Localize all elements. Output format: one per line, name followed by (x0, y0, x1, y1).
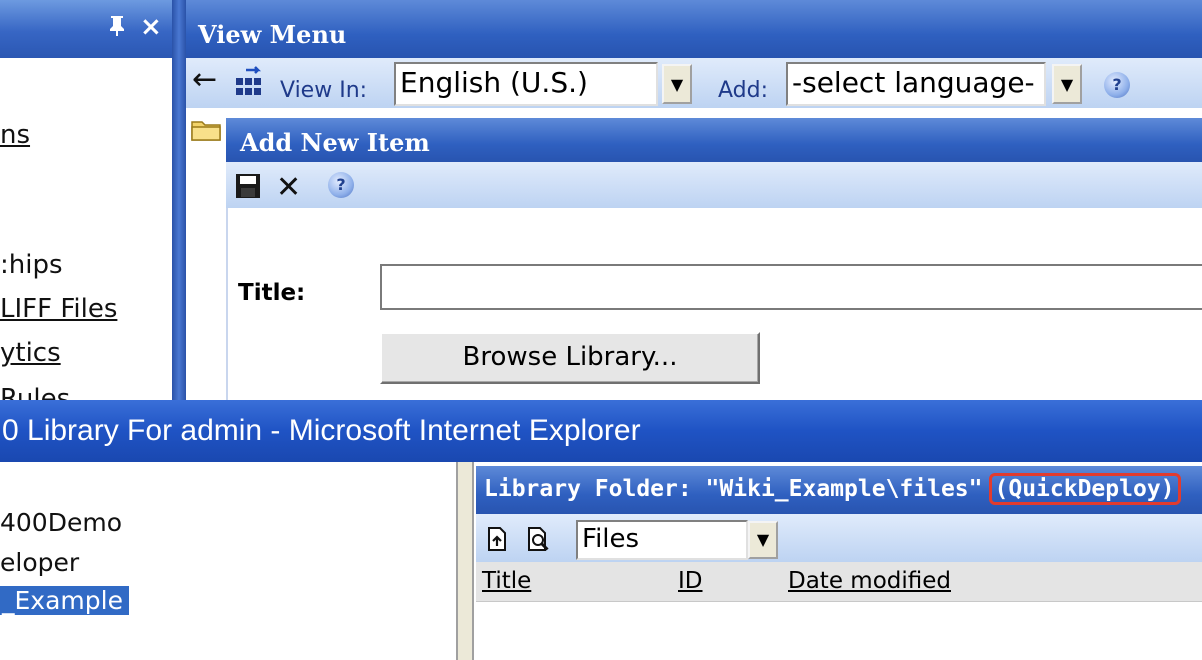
tree-splitter[interactable] (456, 462, 474, 660)
close-panel-icon[interactable]: × (140, 12, 162, 42)
folder-icon[interactable] (190, 116, 222, 146)
side-link-analytics[interactable]: ytics (0, 338, 61, 368)
help-icon[interactable]: ? (1104, 72, 1130, 98)
library-folder-path: Library Folder: "Wiki_Example\files" (484, 476, 983, 502)
ie-window-title: 0 Library For admin - Microsoft Internet… (0, 400, 1202, 462)
view-menu-title: View Menu (186, 0, 1202, 58)
add-new-item-toolbar (226, 162, 1202, 208)
pin-icon[interactable] (108, 14, 126, 41)
tree-item-400demo[interactable]: 400Demo (0, 508, 122, 537)
file-filter-select[interactable]: Files (576, 520, 748, 560)
panel-splitter[interactable] (172, 0, 186, 400)
side-panel-body: ns :hips LIFF Files ytics Rules (0, 58, 172, 400)
back-arrow-icon[interactable]: ← (192, 62, 217, 97)
upload-icon[interactable] (486, 526, 508, 556)
file-filter-dropdown-arrow[interactable]: ▼ (748, 521, 778, 559)
add-new-item-title: Add New Item (226, 118, 1202, 162)
tree-item-developer[interactable]: eloper (0, 548, 79, 577)
view-in-label: View In: (280, 78, 368, 103)
side-link-rules[interactable]: Rules (0, 384, 70, 400)
column-id[interactable]: ID (678, 568, 703, 594)
title-label: Title: (238, 280, 306, 306)
help-icon[interactable]: ? (328, 172, 354, 198)
view-grid-icon[interactable] (232, 66, 266, 100)
browse-library-button[interactable]: Browse Library... (380, 332, 760, 384)
folder-column (186, 108, 226, 400)
library-folder-title: Library Folder: "Wiki_Example\files" (Qui… (476, 466, 1202, 514)
file-list-header: Title ID Date modified (476, 562, 1202, 602)
tree-item-wiki-example[interactable]: _Example (0, 586, 129, 615)
title-input[interactable] (380, 264, 1202, 310)
side-link-ns[interactable]: ns (0, 120, 30, 150)
column-date-modified[interactable]: Date modified (788, 568, 951, 594)
quickdeploy-badge: (QuickDeploy) (988, 473, 1181, 505)
preview-icon[interactable] (526, 526, 552, 556)
add-language-dropdown-arrow[interactable]: ▼ (1052, 64, 1082, 104)
folder-tree: 400Demo eloper _Example (0, 462, 456, 660)
file-list (476, 602, 1202, 660)
cancel-icon[interactable]: ✕ (276, 170, 301, 205)
side-link-relationships[interactable]: :hips (0, 250, 63, 280)
add-language-select[interactable]: -select language- (786, 62, 1046, 106)
view-in-select[interactable]: English (U.S.) (394, 62, 658, 106)
view-in-dropdown-arrow[interactable]: ▼ (662, 64, 692, 104)
save-icon[interactable] (234, 172, 262, 204)
side-link-xliff-files[interactable]: LIFF Files (0, 294, 117, 324)
column-title[interactable]: Title (482, 568, 531, 594)
add-language-label: Add: (718, 78, 769, 103)
